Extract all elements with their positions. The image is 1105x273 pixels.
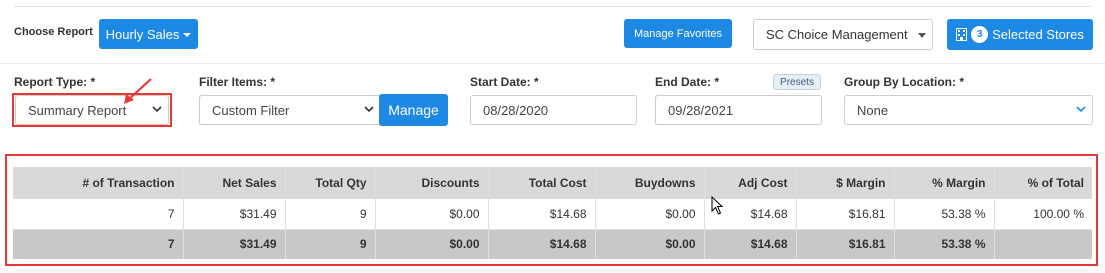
- top-divider: [14, 6, 1092, 7]
- group-by-select[interactable]: None: [844, 95, 1093, 125]
- stores-count-badge: 3: [971, 26, 989, 43]
- start-date-input[interactable]: 08/28/2020: [470, 95, 637, 125]
- caret-down-icon: [183, 33, 192, 37]
- end-date-label: End Date: *: [655, 75, 720, 89]
- red-arrow-annotation: [124, 78, 152, 104]
- group-by-value: None: [857, 102, 889, 118]
- chevron-down-icon: [364, 106, 374, 113]
- report-type-label: Report Type: *: [14, 75, 96, 89]
- table-highlight-box: [5, 154, 1098, 266]
- end-date-value: 09/28/2021: [668, 102, 734, 118]
- filter-items-value: Custom Filter: [212, 102, 290, 118]
- start-date-label: Start Date: *: [470, 75, 539, 89]
- hourly-sales-label: Hourly Sales: [105, 26, 180, 42]
- start-date-value: 08/28/2020: [483, 102, 549, 118]
- manage-favorites-button[interactable]: Manage Favorites: [624, 19, 732, 48]
- select-arrow-icon: [918, 33, 926, 38]
- presets-button[interactable]: Presets: [773, 74, 821, 90]
- filter-items-label: Filter Items: *: [199, 75, 276, 89]
- management-select-value: SC Choice Management: [766, 27, 908, 42]
- management-select[interactable]: SC Choice Management: [753, 19, 933, 50]
- chevron-down-icon: [1076, 106, 1086, 113]
- building-icon: [956, 28, 968, 41]
- selected-stores-label: Selected Stores: [992, 27, 1084, 42]
- group-by-label: Group By Location: *: [844, 75, 964, 89]
- selected-stores-button[interactable]: 3 Selected Stores: [947, 19, 1093, 50]
- end-date-input[interactable]: 09/28/2021: [655, 95, 822, 125]
- filter-items-select[interactable]: Custom Filter: [199, 95, 381, 125]
- mouse-pointer-icon: [711, 196, 724, 215]
- hourly-sales-dropdown-button[interactable]: Hourly Sales: [99, 19, 198, 49]
- choose-report-label: Choose Report: [14, 26, 93, 38]
- section-divider: [0, 63, 1105, 64]
- manage-filter-button[interactable]: Manage: [379, 94, 448, 126]
